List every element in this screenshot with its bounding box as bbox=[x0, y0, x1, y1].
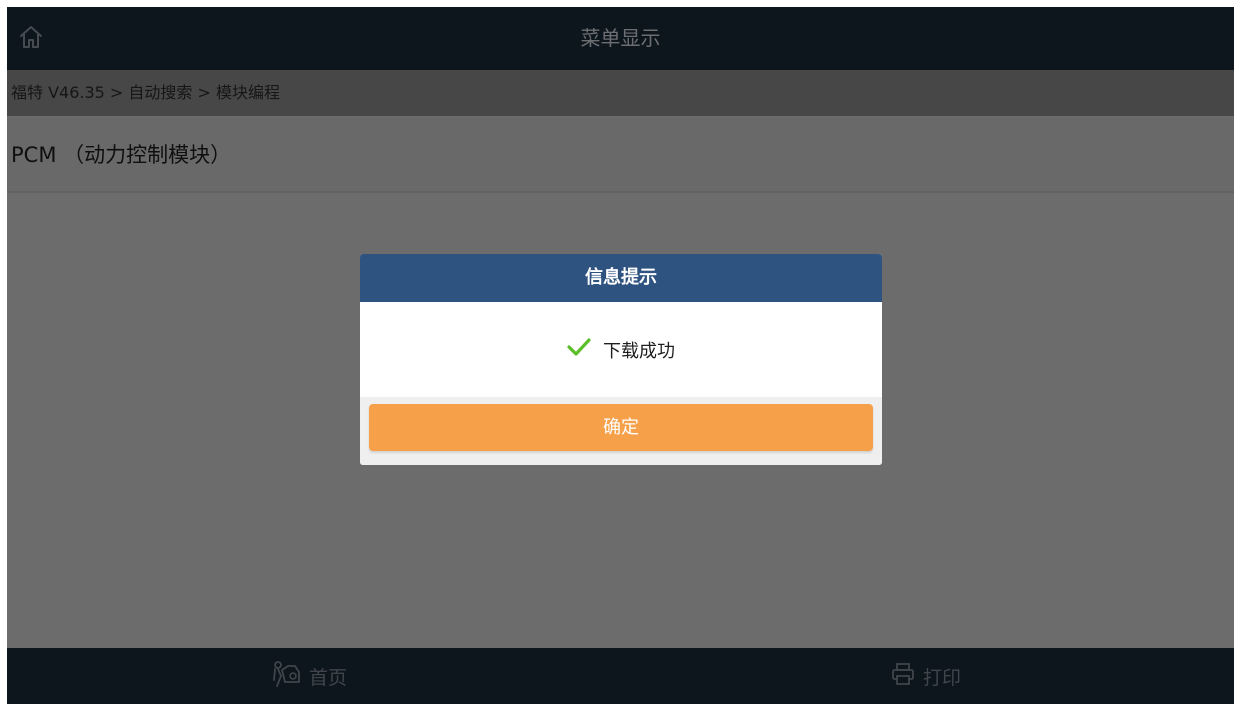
info-dialog: 信息提示 下载成功 确定 bbox=[360, 254, 882, 465]
dialog-title: 信息提示 bbox=[360, 254, 882, 302]
dialog-footer: 确定 bbox=[360, 397, 882, 465]
dialog-body: 下载成功 bbox=[360, 302, 882, 397]
check-icon bbox=[567, 337, 591, 362]
dialog-message: 下载成功 bbox=[603, 340, 675, 362]
app-screen: 菜单显示 福特 V46.35 > 自动搜索 > 模块编程 PCM （动力控制模块… bbox=[7, 7, 1234, 704]
confirm-button[interactable]: 确定 bbox=[369, 404, 873, 451]
